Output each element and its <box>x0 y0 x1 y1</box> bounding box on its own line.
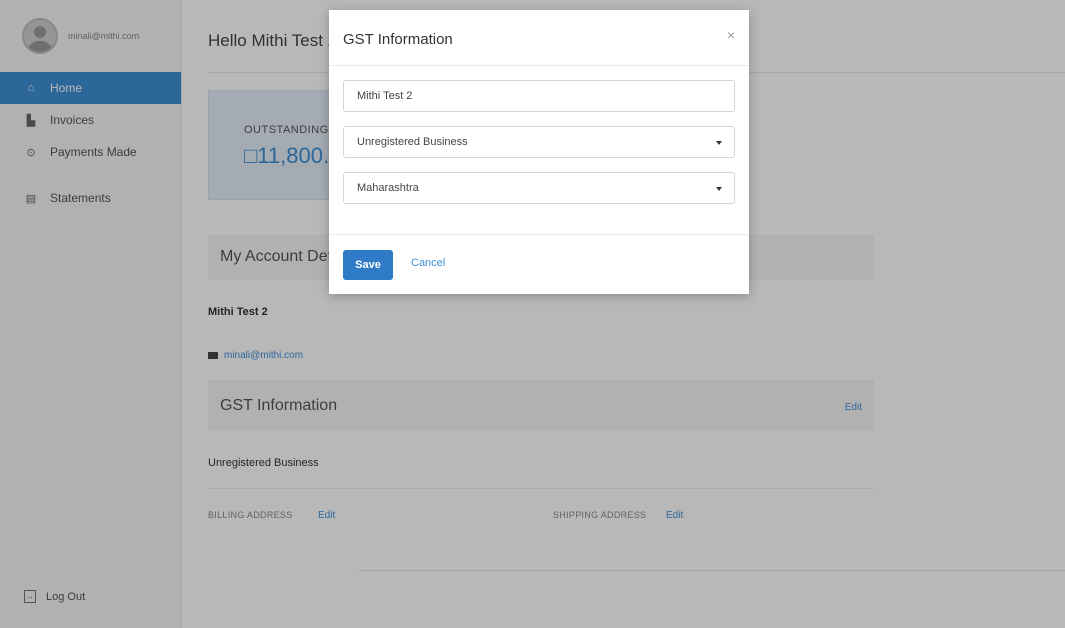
save-button[interactable]: Save <box>343 250 393 280</box>
modal-title: GST Information <box>343 31 453 48</box>
business-name-input[interactable]: Mithi Test 2 <box>343 80 735 112</box>
gst-modal: GST Information × Mithi Test 2 Unregiste… <box>329 10 749 294</box>
gst-treatment-selected: Unregistered Business <box>357 136 468 148</box>
modal-footer: Save Cancel <box>329 234 749 294</box>
state-selected: Maharashtra <box>357 182 419 194</box>
chevron-down-icon <box>716 187 722 191</box>
cancel-button[interactable]: Cancel <box>411 257 445 269</box>
modal-header: GST Information × <box>329 10 749 66</box>
chevron-down-icon <box>716 141 722 145</box>
close-icon[interactable]: × <box>727 27 735 43</box>
state-select[interactable]: Maharashtra <box>343 172 735 204</box>
gst-treatment-select[interactable]: Unregistered Business <box>343 126 735 158</box>
business-name-value: Mithi Test 2 <box>357 90 413 102</box>
